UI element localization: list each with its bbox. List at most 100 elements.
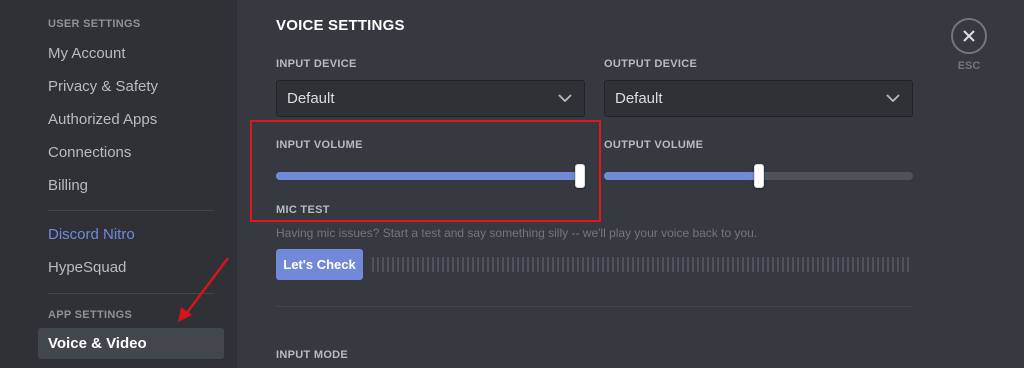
meter-bar (572, 257, 574, 272)
meter-bar (382, 257, 384, 272)
input-device-value: Default (287, 90, 335, 107)
meter-bar (887, 257, 889, 272)
meter-bar (402, 257, 404, 272)
esc-label: ESC (957, 60, 981, 72)
sidebar-item-my-account[interactable]: My Account (38, 38, 224, 69)
mic-level-meter (372, 257, 909, 272)
meter-bar (432, 257, 434, 272)
meter-bar (757, 257, 759, 272)
meter-bar (387, 257, 389, 272)
sidebar-item-authorized-apps[interactable]: Authorized Apps (38, 104, 224, 135)
meter-bar (842, 257, 844, 272)
meter-bar (467, 257, 469, 272)
close-settings[interactable]: ESC (951, 18, 987, 72)
meter-bar (867, 257, 869, 272)
meter-bar (632, 257, 634, 272)
meter-bar (642, 257, 644, 272)
meter-bar (652, 257, 654, 272)
meter-bar (787, 257, 789, 272)
meter-bar (462, 257, 464, 272)
meter-bar (892, 257, 894, 272)
meter-bar (707, 257, 709, 272)
meter-bar (522, 257, 524, 272)
page-title: VOICE SETTINGS (276, 17, 405, 34)
input-mode-label: INPUT MODE (276, 349, 349, 361)
meter-bar (612, 257, 614, 272)
meter-bar (797, 257, 799, 272)
meter-bar (422, 257, 424, 272)
meter-bar (897, 257, 899, 272)
mic-test-description: Having mic issues? Start a test and say … (276, 226, 758, 240)
close-button[interactable] (951, 18, 987, 54)
meter-bar (807, 257, 809, 272)
meter-bar (562, 257, 564, 272)
meter-bar (617, 257, 619, 272)
meter-bar (517, 257, 519, 272)
meter-bar (712, 257, 714, 272)
meter-bar (532, 257, 534, 272)
meter-bar (417, 257, 419, 272)
meter-bar (552, 257, 554, 272)
meter-bar (672, 257, 674, 272)
meter-bar (472, 257, 474, 272)
meter-bar (492, 257, 494, 272)
meter-bar (827, 257, 829, 272)
output-device-value: Default (615, 90, 663, 107)
meter-bar (587, 257, 589, 272)
sidebar-item-connections[interactable]: Connections (38, 137, 224, 168)
meter-bar (902, 257, 904, 272)
meter-bar (662, 257, 664, 272)
meter-bar (442, 257, 444, 272)
meter-bar (682, 257, 684, 272)
meter-bar (717, 257, 719, 272)
user-settings-header: USER SETTINGS (48, 18, 141, 30)
meter-bar (692, 257, 694, 272)
meter-bar (412, 257, 414, 272)
meter-bar (527, 257, 529, 272)
meter-bar (457, 257, 459, 272)
output-volume-grabber[interactable] (753, 164, 764, 188)
meter-bar (727, 257, 729, 272)
voice-settings-panel: VOICE SETTINGS INPUT DEVICE Default OUTP… (237, 0, 1024, 368)
output-volume-label: OUTPUT VOLUME (604, 139, 704, 151)
meter-bar (482, 257, 484, 272)
meter-bar (577, 257, 579, 272)
meter-bar (857, 257, 859, 272)
meter-bar (832, 257, 834, 272)
meter-bar (762, 257, 764, 272)
meter-bar (537, 257, 539, 272)
sidebar-item-discord-nitro[interactable]: Discord Nitro (38, 219, 224, 250)
meter-bar (397, 257, 399, 272)
meter-bar (582, 257, 584, 272)
output-volume-fill (604, 172, 759, 180)
meter-bar (512, 257, 514, 272)
meter-bar (452, 257, 454, 272)
meter-bar (677, 257, 679, 272)
meter-bar (877, 257, 879, 272)
meter-bar (377, 257, 379, 272)
meter-bar (747, 257, 749, 272)
output-device-label: OUTPUT DEVICE (604, 58, 698, 70)
meter-bar (812, 257, 814, 272)
sidebar-item-billing[interactable]: Billing (38, 170, 224, 201)
output-device-select[interactable]: Default (604, 80, 913, 117)
meter-bar (837, 257, 839, 272)
mic-test-label: MIC TEST (276, 204, 330, 216)
sidebar-item-privacy-safety[interactable]: Privacy & Safety (38, 71, 224, 102)
meter-bar (557, 257, 559, 272)
input-device-label: INPUT DEVICE (276, 58, 357, 70)
red-arrow-annotation (178, 257, 229, 322)
meter-bar (407, 257, 409, 272)
meter-bar (592, 257, 594, 272)
meter-bar (447, 257, 449, 272)
chevron-down-icon (558, 94, 572, 103)
meter-bar (817, 257, 819, 272)
sidebar-item-voice-video[interactable]: Voice & Video (38, 328, 224, 359)
input-device-select[interactable]: Default (276, 80, 585, 117)
meter-bar (647, 257, 649, 272)
chevron-down-icon (886, 94, 900, 103)
lets-check-button[interactable]: Let's Check (276, 249, 363, 280)
output-volume-slider[interactable] (604, 164, 913, 188)
meter-bar (567, 257, 569, 272)
meter-bar (702, 257, 704, 272)
